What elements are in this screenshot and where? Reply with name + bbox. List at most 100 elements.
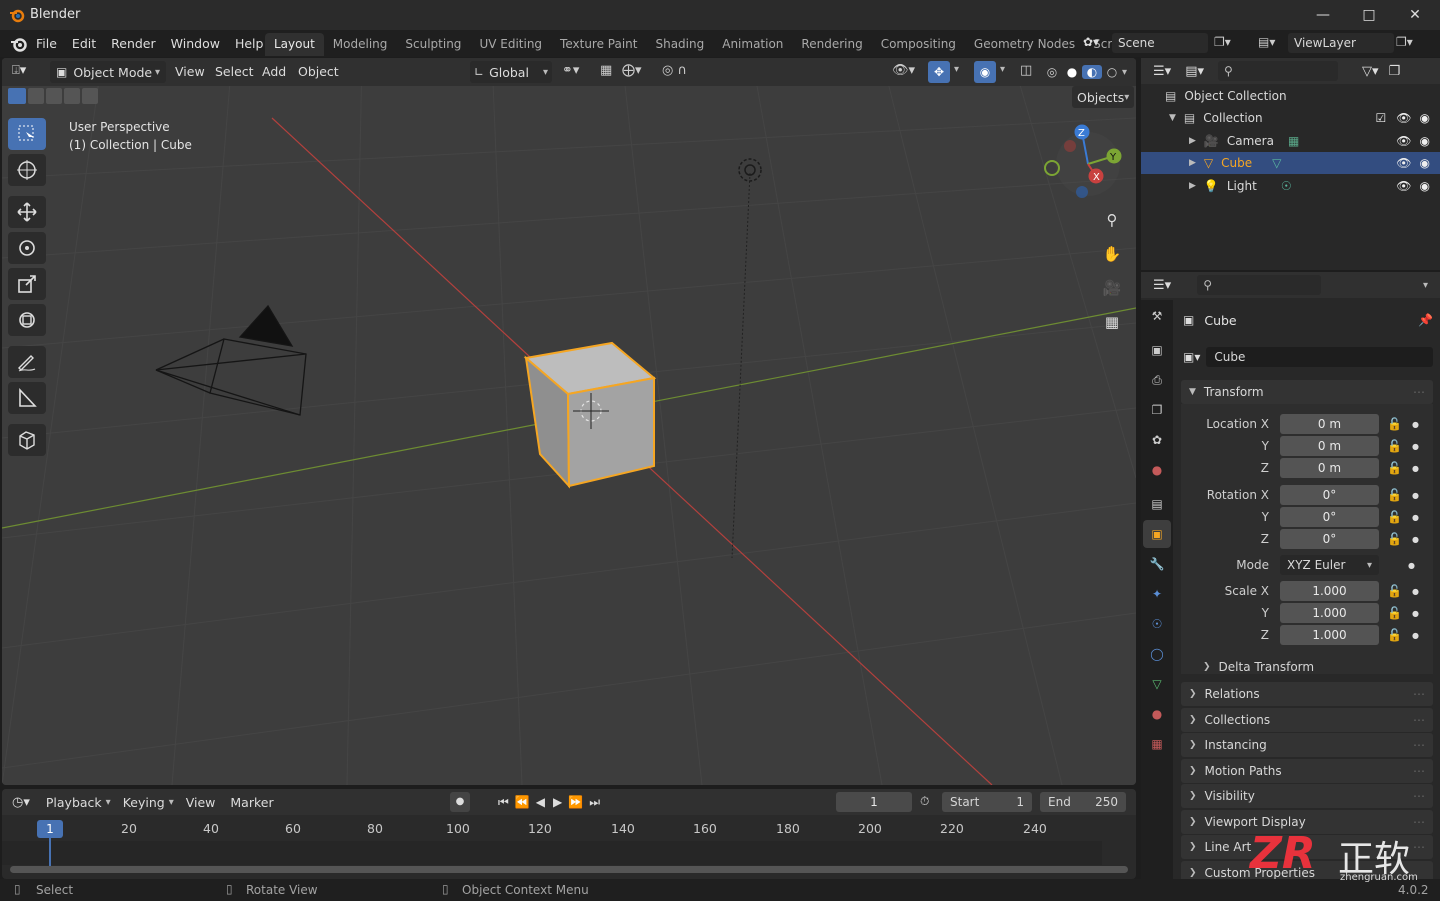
viewlayer-field[interactable]: ViewLayer bbox=[1288, 33, 1394, 53]
expand-chevron-icon[interactable]: ▼ bbox=[1169, 113, 1176, 123]
view-layer-tab-icon[interactable]: ❐ bbox=[1143, 396, 1171, 424]
start-frame-field[interactable]: Start 1 bbox=[942, 792, 1032, 812]
objects-dropdown[interactable]: Objects ▾ bbox=[1072, 86, 1134, 108]
timeline-editor-icon[interactable]: ◷▾ bbox=[12, 795, 30, 810]
render-tab-icon[interactable]: ▣ bbox=[1143, 336, 1171, 364]
light-data-icon[interactable]: ☉ bbox=[1281, 179, 1292, 193]
jump-end-icon[interactable]: ⏭ bbox=[589, 795, 600, 810]
timeline-menu-marker[interactable]: Marker bbox=[230, 795, 273, 810]
viewport-menu-view[interactable]: View bbox=[175, 64, 205, 79]
viewlayer-icon[interactable]: ▤▾ bbox=[1258, 35, 1288, 51]
orientation-dropdown[interactable]: ∟ Global ▾ bbox=[470, 61, 552, 83]
end-frame-field[interactable]: End 250 bbox=[1040, 792, 1126, 812]
checkbox-icon[interactable]: ☑ bbox=[1376, 111, 1387, 125]
constraints-tab-icon[interactable]: ◯ bbox=[1143, 640, 1171, 668]
tool-annotate[interactable] bbox=[8, 346, 46, 378]
location-z-field[interactable]: 0 m bbox=[1280, 458, 1379, 478]
pan-hand-icon[interactable]: ✋ bbox=[1098, 240, 1126, 268]
properties-editor-icon[interactable]: ☰▾ bbox=[1153, 278, 1171, 293]
menu-file[interactable]: File bbox=[36, 36, 57, 51]
scale-z-field[interactable]: 1.000 bbox=[1280, 625, 1379, 645]
outliner-item-camera[interactable]: ▶ 🎥 Camera ▦ 👁 ◉ bbox=[1141, 130, 1440, 152]
mode-dropdown[interactable]: ▣ Object Mode ▾ bbox=[50, 61, 166, 83]
panel-motion-paths[interactable]: ❯ Motion Paths ⋯ bbox=[1181, 758, 1433, 783]
tab-rendering[interactable]: Rendering bbox=[792, 33, 871, 56]
display-mode-icon[interactable]: ▤▾ bbox=[1185, 64, 1204, 79]
lock-icon[interactable]: 🔓 bbox=[1387, 532, 1402, 546]
keyframe-dot-icon[interactable]: ● bbox=[1412, 464, 1419, 473]
select-subtract-icon[interactable] bbox=[46, 88, 62, 104]
delta-transform-header[interactable]: ❯ Delta Transform bbox=[1203, 658, 1314, 676]
expand-chevron-icon[interactable]: ▶ bbox=[1189, 136, 1196, 146]
collection-tab-icon[interactable]: ▤ bbox=[1143, 490, 1171, 518]
viewport-menu-add[interactable]: Add bbox=[262, 64, 286, 79]
tool-scale[interactable] bbox=[8, 268, 46, 300]
visibility-icon[interactable]: 👁▾ bbox=[892, 63, 915, 78]
shading-chevron-icon[interactable]: ▾ bbox=[1122, 67, 1127, 78]
camera-render-icon[interactable]: ◉ bbox=[1420, 156, 1430, 170]
material-tab-icon[interactable]: ● bbox=[1143, 700, 1171, 728]
drag-handle-icon[interactable]: ⋯ bbox=[1413, 687, 1425, 701]
panel-visibility[interactable]: ❯ Visibility ⋯ bbox=[1181, 784, 1433, 808]
gizmo-chevron-icon[interactable]: ▾ bbox=[954, 64, 959, 75]
tab-modeling[interactable]: Modeling bbox=[324, 33, 397, 56]
tool-tab-icon[interactable]: ⚒ bbox=[1143, 302, 1171, 330]
rotation-y-field[interactable]: 0° bbox=[1280, 507, 1379, 527]
datablock-name-field[interactable]: Cube bbox=[1206, 347, 1433, 367]
proportional-edit-icon[interactable]: ◎ ∩ bbox=[662, 63, 687, 78]
menu-window[interactable]: Window bbox=[171, 36, 220, 51]
viewport-scene[interactable]: X Y Z bbox=[2, 58, 1136, 785]
rotation-x-field[interactable]: 0° bbox=[1280, 485, 1379, 505]
lock-icon[interactable]: 🔓 bbox=[1387, 584, 1402, 598]
timeline-menu-view[interactable]: View bbox=[186, 795, 216, 810]
outliner-editor-icon[interactable]: ☰▾ bbox=[1153, 64, 1171, 79]
keyframe-dot-icon[interactable]: ● bbox=[1412, 420, 1419, 429]
select-extend-icon[interactable] bbox=[28, 88, 44, 104]
current-frame-field[interactable]: 1 bbox=[836, 792, 912, 812]
keyframe-dot-icon[interactable]: ● bbox=[1412, 513, 1419, 522]
timeline-scrollbar[interactable] bbox=[10, 866, 1128, 873]
tool-add-cube[interactable] bbox=[8, 424, 46, 456]
tool-cursor[interactable] bbox=[8, 154, 46, 186]
scene-field[interactable]: Scene bbox=[1112, 33, 1208, 53]
wireframe-shading-icon[interactable]: ◎ bbox=[1042, 65, 1062, 79]
expand-chevron-icon[interactable]: ▶ bbox=[1189, 181, 1196, 191]
zoom-icon[interactable]: ⚲ bbox=[1098, 206, 1126, 234]
expand-chevron-icon[interactable]: ▶ bbox=[1189, 158, 1196, 168]
outliner-collection-row[interactable]: ▼ ▤ Collection ☑ 👁 ◉ bbox=[1141, 107, 1440, 129]
world-tab-icon[interactable]: ● bbox=[1143, 456, 1171, 484]
camera-render-icon[interactable]: ◉ bbox=[1420, 134, 1430, 148]
texture-tab-icon[interactable]: ▦ bbox=[1143, 730, 1171, 758]
tab-animation[interactable]: Animation bbox=[713, 33, 792, 56]
tab-uv-editing[interactable]: UV Editing bbox=[470, 33, 551, 56]
tab-layout[interactable]: Layout bbox=[265, 33, 324, 56]
viewport-menu-object[interactable]: Object bbox=[298, 64, 339, 79]
timeline-track-area[interactable] bbox=[2, 841, 1102, 865]
modifier-tab-icon[interactable]: 🔧 bbox=[1143, 550, 1171, 578]
keyframe-dot-icon[interactable]: ● bbox=[1412, 609, 1419, 618]
minimize-icon[interactable]: — bbox=[1312, 5, 1334, 25]
select-invert-icon[interactable] bbox=[64, 88, 80, 104]
location-y-field[interactable]: 0 m bbox=[1280, 436, 1379, 456]
stopwatch-icon[interactable]: ⏱ bbox=[920, 794, 929, 809]
object-browse-icon[interactable]: ▣▾ bbox=[1183, 350, 1200, 364]
scene-copy-icon[interactable]: ❐▾ bbox=[1214, 35, 1244, 51]
timeline-menu-playback[interactable]: Playback bbox=[46, 795, 102, 810]
keyframe-dot-icon[interactable]: ● bbox=[1412, 491, 1419, 500]
xray-icon[interactable]: ◫ bbox=[1020, 63, 1032, 78]
lock-icon[interactable]: 🔓 bbox=[1387, 488, 1402, 502]
rendered-shading-icon[interactable]: ○ bbox=[1102, 65, 1122, 79]
eye-icon[interactable]: 👁 bbox=[1396, 179, 1411, 193]
panel-relations[interactable]: ❯ Relations ⋯ bbox=[1181, 682, 1433, 706]
tab-sculpting[interactable]: Sculpting bbox=[396, 33, 470, 56]
camera-view-icon[interactable]: 🎥 bbox=[1098, 274, 1126, 302]
overlay-toggle-icon[interactable]: ◉ bbox=[974, 61, 996, 83]
snap-target-icon[interactable]: ⨁▾ bbox=[622, 63, 642, 78]
physics-tab-icon[interactable]: ☉ bbox=[1143, 610, 1171, 638]
rotation-z-field[interactable]: 0° bbox=[1280, 529, 1379, 549]
outliner-search-input[interactable]: ⚲ bbox=[1218, 61, 1338, 81]
lock-icon[interactable]: 🔓 bbox=[1387, 439, 1402, 453]
prev-keyframe-icon[interactable]: ⏪ bbox=[515, 795, 530, 809]
menu-render[interactable]: Render bbox=[111, 36, 156, 51]
outliner-root[interactable]: ▤ Object Collection bbox=[1141, 85, 1440, 107]
